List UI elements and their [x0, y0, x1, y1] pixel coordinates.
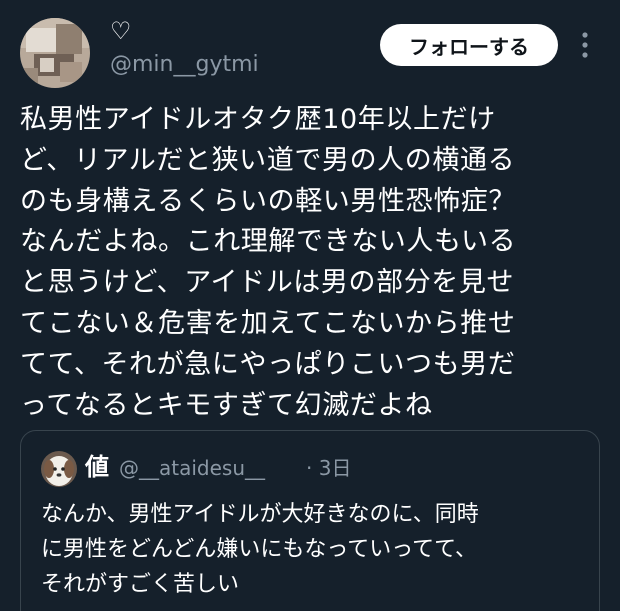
quoted-author-handle[interactable]: @__ataidesu__	[119, 453, 265, 483]
tweet-card: ♡ @min__gytmi フォローする 私男性アイドルオタク歴10年以上だけ …	[0, 0, 620, 611]
follow-button[interactable]: フォローする	[380, 24, 558, 66]
author-avatar[interactable]	[20, 18, 90, 88]
author-display-name[interactable]: ♡	[110, 16, 132, 46]
user-avatar-photo-icon	[20, 18, 90, 88]
quoted-tweet-text: なんか、男性アイドルが大好きなのに、同時 に男性をどんどん嫌いにもなっていってて…	[41, 497, 586, 602]
tweet-text-line: のも身構えるくらいの軽い男性恐怖症？	[20, 185, 516, 217]
tweet-text-line: 私男性アイドルオタク歴10年以上だけ	[20, 104, 496, 135]
tweet-text-line: ってなるとキモすぎて幻滅だよね	[20, 389, 433, 421]
quoted-author-avatar[interactable]	[41, 451, 77, 487]
author-handle[interactable]: @min__gytmi	[110, 50, 259, 80]
dog-avatar-photo-icon	[41, 451, 77, 487]
quoted-text-line: に男性をどんどん嫌いにもなっていってて、	[41, 537, 478, 562]
quoted-text-line: それがすごく苦しい	[41, 572, 240, 597]
tweet-text-line: てこない＆危害を加えてこないから推せ	[20, 307, 516, 339]
quoted-author-display-name[interactable]: 値	[85, 451, 109, 483]
quoted-tweet[interactable]: 値 @__ataidesu__ · 3日 なんか、男性アイドルが大好きなのに、同…	[20, 430, 600, 611]
quoted-text-line: なんか、男性アイドルが大好きなのに、同時	[41, 502, 479, 527]
quoted-tweet-timestamp[interactable]: · 3日	[306, 453, 351, 483]
tweet-text-line: と思うけど、アイドルは男の部分を見せ	[20, 267, 515, 299]
tweet-text-line: なんだよね。これ理解できない人もいる	[20, 226, 517, 258]
more-vertical-icon[interactable]	[574, 28, 596, 62]
tweet-text-line: てて、それが急にやっぱりこいつも男だ	[20, 348, 516, 380]
tweet-text: 私男性アイドルオタク歴10年以上だけ ど、リアルだと狭い道で男の人の横通る のも…	[20, 100, 605, 426]
tweet-text-line: ど、リアルだと狭い道で男の人の横通る	[20, 144, 516, 176]
